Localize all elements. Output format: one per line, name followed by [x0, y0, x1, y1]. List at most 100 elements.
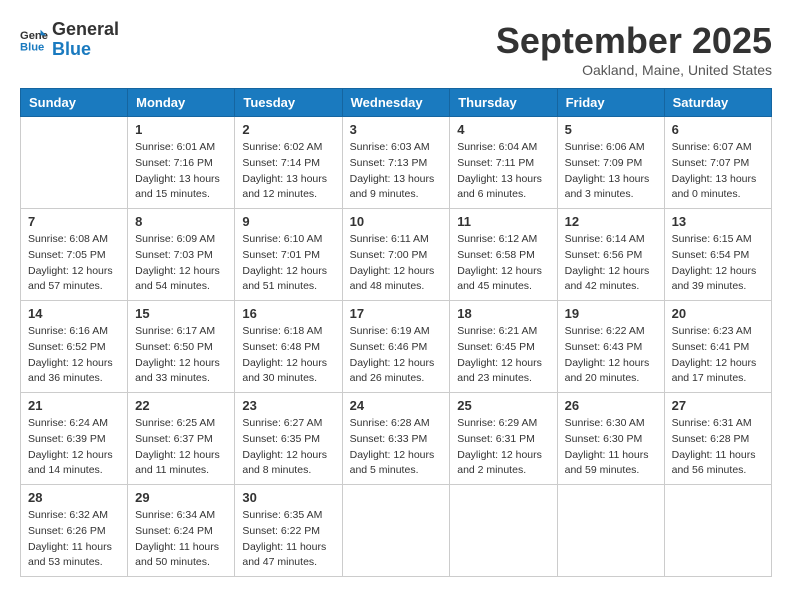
day-info: Sunrise: 6:02 AM Sunset: 7:14 PM Dayligh…	[242, 140, 334, 203]
day-info: Sunrise: 6:11 AM Sunset: 7:00 PM Dayligh…	[350, 232, 443, 295]
calendar-cell: 19Sunrise: 6:22 AM Sunset: 6:43 PM Dayli…	[557, 301, 664, 393]
day-info: Sunrise: 6:06 AM Sunset: 7:09 PM Dayligh…	[565, 140, 657, 203]
day-info: Sunrise: 6:28 AM Sunset: 6:33 PM Dayligh…	[350, 416, 443, 479]
day-info: Sunrise: 6:30 AM Sunset: 6:30 PM Dayligh…	[565, 416, 657, 479]
day-info: Sunrise: 6:34 AM Sunset: 6:24 PM Dayligh…	[135, 508, 227, 571]
calendar-cell: 10 Sunrise: 6:11 AM Sunset: 7:00 PM Dayli…	[342, 209, 450, 301]
day-number: 21	[28, 398, 120, 413]
calendar-cell: 11 Sunrise: 6:12 AM Sunset: 6:58 PM Dayli…	[450, 209, 557, 301]
day-number: 2	[242, 122, 334, 137]
day-info: Sunrise: 6:16 AM Sunset: 6:52 PM Dayligh…	[28, 324, 120, 387]
day-info: Sunrise: 6:29 AM Sunset: 6:31 PM Dayligh…	[457, 416, 549, 479]
calendar-cell: 4Sunrise: 6:04 AM Sunset: 7:11 PM Daylig…	[450, 117, 557, 209]
day-info: Sunrise: 6:07 AM Sunset: 7:07 PM Dayligh…	[672, 140, 764, 203]
calendar-cell: 23 Sunrise: 6:27 AM Sunset: 6:35 PM Dayli…	[235, 393, 342, 485]
day-number: 8	[135, 214, 227, 229]
calendar-cell: 22 Sunrise: 6:25 AM Sunset: 6:37 PM Dayli…	[128, 393, 235, 485]
calendar-cell: 2 Sunrise: 6:02 AM Sunset: 7:14 PM Daylig…	[235, 117, 342, 209]
day-info: Sunrise: 6:18 AM Sunset: 6:48 PM Dayligh…	[242, 324, 334, 387]
day-number: 22	[135, 398, 227, 413]
day-info: Sunrise: 6:04 AM Sunset: 7:11 PM Dayligh…	[457, 140, 549, 203]
calendar-cell: 21Sunrise: 6:24 AM Sunset: 6:39 PM Dayli…	[21, 393, 128, 485]
calendar-week-3: 14Sunrise: 6:16 AM Sunset: 6:52 PM Dayli…	[21, 301, 772, 393]
day-number: 16	[242, 306, 334, 321]
column-header-wednesday: Wednesday	[342, 89, 450, 117]
calendar-cell: 20Sunrise: 6:23 AM Sunset: 6:41 PM Dayli…	[664, 301, 771, 393]
day-info: Sunrise: 6:12 AM Sunset: 6:58 PM Dayligh…	[457, 232, 549, 295]
calendar-cell: 1Sunrise: 6:01 AM Sunset: 7:16 PM Daylig…	[128, 117, 235, 209]
day-number: 19	[565, 306, 657, 321]
day-number: 11	[457, 214, 549, 229]
calendar-week-4: 21Sunrise: 6:24 AM Sunset: 6:39 PM Dayli…	[21, 393, 772, 485]
calendar-cell: 17 Sunrise: 6:19 AM Sunset: 6:46 PM Dayli…	[342, 301, 450, 393]
month-title: September 2025	[496, 20, 772, 62]
calendar-cell: 18 Sunrise: 6:21 AM Sunset: 6:45 PM Dayli…	[450, 301, 557, 393]
logo-line1: General	[52, 20, 119, 40]
logo-icon: General Blue	[20, 26, 48, 54]
day-info: Sunrise: 6:25 AM Sunset: 6:37 PM Dayligh…	[135, 416, 227, 479]
column-header-thursday: Thursday	[450, 89, 557, 117]
day-number: 17	[350, 306, 443, 321]
calendar-week-5: 28Sunrise: 6:32 AM Sunset: 6:26 PM Dayli…	[21, 485, 772, 577]
svg-text:General: General	[20, 30, 48, 42]
column-header-tuesday: Tuesday	[235, 89, 342, 117]
day-info: Sunrise: 6:08 AM Sunset: 7:05 PM Dayligh…	[28, 232, 120, 295]
calendar-cell: 5Sunrise: 6:06 AM Sunset: 7:09 PM Daylig…	[557, 117, 664, 209]
calendar-cell: 25 Sunrise: 6:29 AM Sunset: 6:31 PM Dayli…	[450, 393, 557, 485]
calendar-cell: 8Sunrise: 6:09 AM Sunset: 7:03 PM Daylig…	[128, 209, 235, 301]
calendar-cell: 29 Sunrise: 6:34 AM Sunset: 6:24 PM Dayli…	[128, 485, 235, 577]
day-number: 30	[242, 490, 334, 505]
calendar-cell: 7Sunrise: 6:08 AM Sunset: 7:05 PM Daylig…	[21, 209, 128, 301]
logo-text: General Blue	[52, 20, 119, 60]
day-number: 29	[135, 490, 227, 505]
calendar-week-2: 7Sunrise: 6:08 AM Sunset: 7:05 PM Daylig…	[21, 209, 772, 301]
day-number: 25	[457, 398, 549, 413]
calendar-cell: 30 Sunrise: 6:35 AM Sunset: 6:22 PM Dayli…	[235, 485, 342, 577]
calendar-cell	[664, 485, 771, 577]
calendar-cell: 13 Sunrise: 6:15 AM Sunset: 6:54 PM Dayli…	[664, 209, 771, 301]
day-number: 10	[350, 214, 443, 229]
calendar-cell: 9Sunrise: 6:10 AM Sunset: 7:01 PM Daylig…	[235, 209, 342, 301]
day-info: Sunrise: 6:27 AM Sunset: 6:35 PM Dayligh…	[242, 416, 334, 479]
day-info: Sunrise: 6:03 AM Sunset: 7:13 PM Dayligh…	[350, 140, 443, 203]
location: Oakland, Maine, United States	[496, 62, 772, 78]
calendar-cell: 28Sunrise: 6:32 AM Sunset: 6:26 PM Dayli…	[21, 485, 128, 577]
day-number: 18	[457, 306, 549, 321]
column-header-saturday: Saturday	[664, 89, 771, 117]
logo: General Blue General Blue	[20, 20, 119, 60]
day-info: Sunrise: 6:01 AM Sunset: 7:16 PM Dayligh…	[135, 140, 227, 203]
day-number: 23	[242, 398, 334, 413]
day-info: Sunrise: 6:15 AM Sunset: 6:54 PM Dayligh…	[672, 232, 764, 295]
day-number: 27	[672, 398, 764, 413]
calendar-cell: 16 Sunrise: 6:18 AM Sunset: 6:48 PM Dayli…	[235, 301, 342, 393]
day-number: 20	[672, 306, 764, 321]
day-info: Sunrise: 6:19 AM Sunset: 6:46 PM Dayligh…	[350, 324, 443, 387]
day-info: Sunrise: 6:31 AM Sunset: 6:28 PM Dayligh…	[672, 416, 764, 479]
calendar-cell	[21, 117, 128, 209]
day-info: Sunrise: 6:21 AM Sunset: 6:45 PM Dayligh…	[457, 324, 549, 387]
day-number: 24	[350, 398, 443, 413]
column-header-friday: Friday	[557, 89, 664, 117]
title-area: September 2025 Oakland, Maine, United St…	[496, 20, 772, 78]
day-number: 15	[135, 306, 227, 321]
calendar-cell: 3 Sunrise: 6:03 AM Sunset: 7:13 PM Daylig…	[342, 117, 450, 209]
day-info: Sunrise: 6:14 AM Sunset: 6:56 PM Dayligh…	[565, 232, 657, 295]
column-header-monday: Monday	[128, 89, 235, 117]
calendar-cell: 26Sunrise: 6:30 AM Sunset: 6:30 PM Dayli…	[557, 393, 664, 485]
page-header: General Blue General Blue September 2025…	[20, 20, 772, 78]
calendar-cell: 12 Sunrise: 6:14 AM Sunset: 6:56 PM Dayli…	[557, 209, 664, 301]
day-number: 13	[672, 214, 764, 229]
column-header-sunday: Sunday	[21, 89, 128, 117]
calendar-cell	[557, 485, 664, 577]
day-number: 3	[350, 122, 443, 137]
day-info: Sunrise: 6:17 AM Sunset: 6:50 PM Dayligh…	[135, 324, 227, 387]
calendar-week-1: 1Sunrise: 6:01 AM Sunset: 7:16 PM Daylig…	[21, 117, 772, 209]
calendar-cell: 27 Sunrise: 6:31 AM Sunset: 6:28 PM Dayli…	[664, 393, 771, 485]
day-number: 12	[565, 214, 657, 229]
calendar-cell: 15 Sunrise: 6:17 AM Sunset: 6:50 PM Dayli…	[128, 301, 235, 393]
calendar-cell: 6Sunrise: 6:07 AM Sunset: 7:07 PM Daylig…	[664, 117, 771, 209]
calendar-cell: 14Sunrise: 6:16 AM Sunset: 6:52 PM Dayli…	[21, 301, 128, 393]
calendar-cell: 24 Sunrise: 6:28 AM Sunset: 6:33 PM Dayli…	[342, 393, 450, 485]
day-info: Sunrise: 6:35 AM Sunset: 6:22 PM Dayligh…	[242, 508, 334, 571]
calendar-header-row: SundayMondayTuesdayWednesdayThursdayFrid…	[21, 89, 772, 117]
